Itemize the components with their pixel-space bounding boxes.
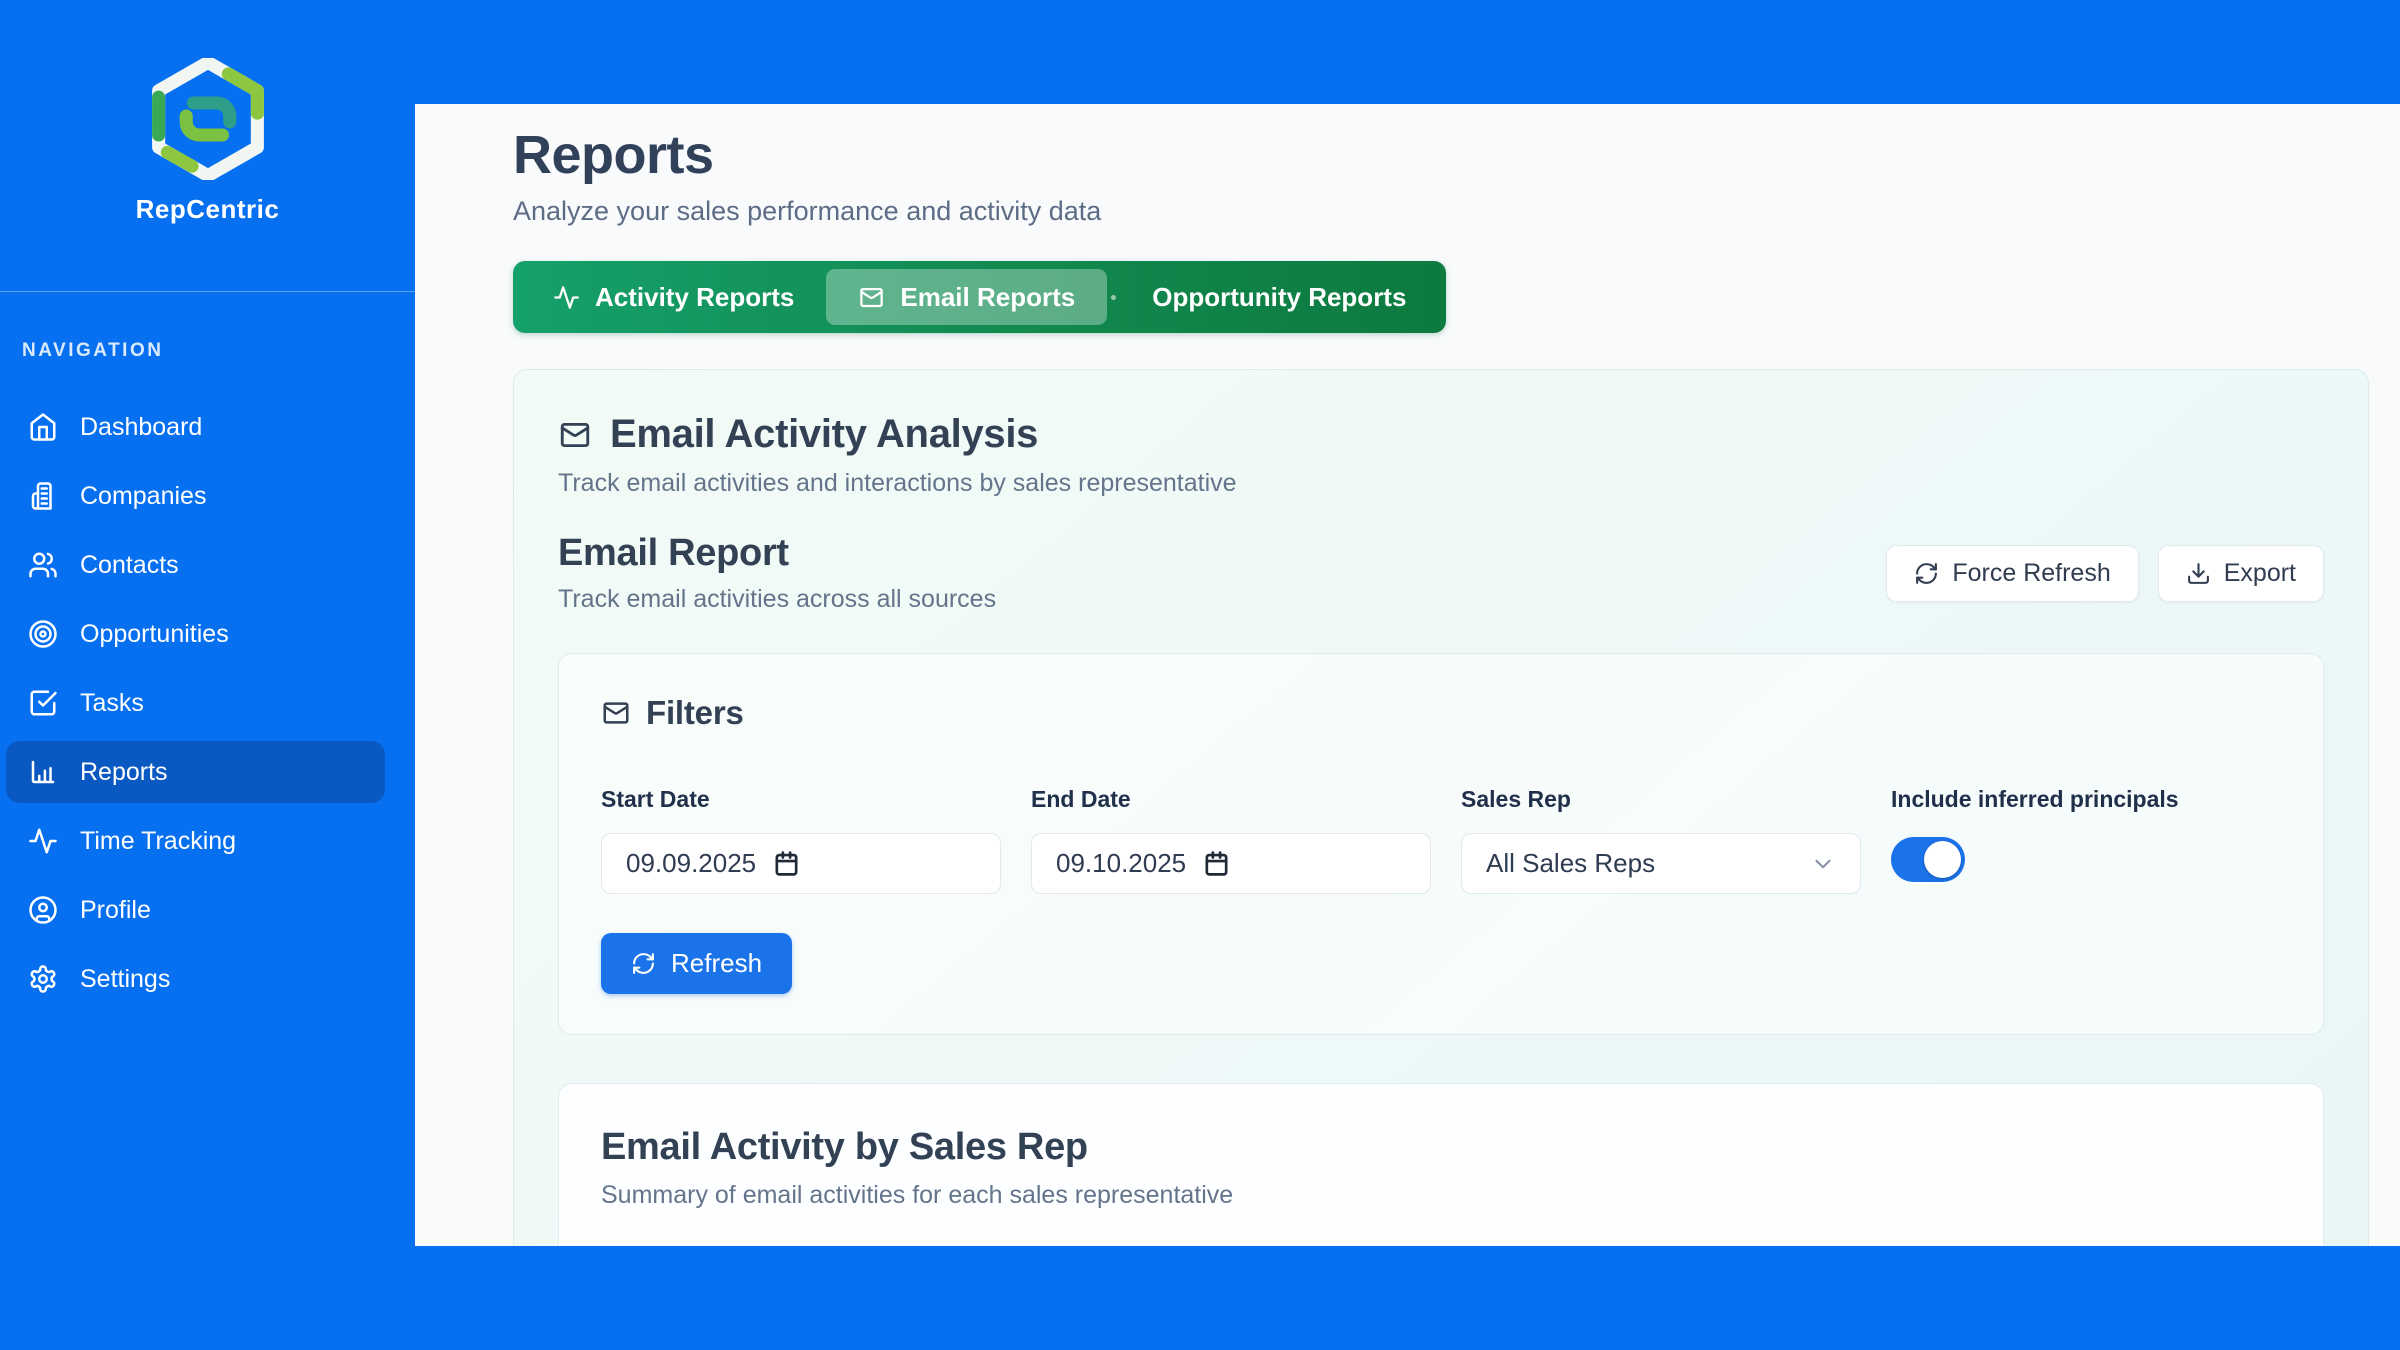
sidebar-item-label: Dashboard [80, 413, 202, 442]
sidebar-item-tasks[interactable]: Tasks [6, 672, 385, 734]
user-circle-icon [28, 895, 58, 925]
tab-label: Email Reports [900, 282, 1075, 313]
sales-rep-select[interactable]: All Sales Reps [1461, 833, 1861, 894]
sidebar-item-profile[interactable]: Profile [6, 879, 385, 941]
report-actions: Force Refresh Export [1886, 545, 2324, 602]
activity-icon [28, 826, 58, 856]
sidebar-item-contacts[interactable]: Contacts [6, 534, 385, 596]
sidebar-item-label: Reports [80, 758, 168, 787]
include-inferred-toggle[interactable] [1891, 837, 1965, 882]
sidebar-item-label: Contacts [80, 551, 179, 580]
chevron-down-icon [1810, 851, 1836, 877]
building-icon [28, 481, 58, 511]
bar-chart-icon [28, 757, 58, 787]
force-refresh-button[interactable]: Force Refresh [1886, 545, 2138, 602]
main-content: Reports Analyze your sales performance a… [415, 104, 2400, 1246]
calendar-icon[interactable] [1202, 849, 1231, 878]
filter-grid: Start Date 09.09.2025 End Date 09.10.202… [601, 786, 2281, 894]
email-activity-by-rep-card: Email Activity by Sales Rep Summary of e… [558, 1083, 2324, 1246]
sidebar-item-label: Opportunities [80, 620, 229, 649]
sidebar-item-time-tracking[interactable]: Time Tracking [6, 810, 385, 872]
refresh-label: Refresh [671, 948, 762, 979]
start-date-group: Start Date 09.09.2025 [601, 786, 1001, 894]
force-refresh-label: Force Refresh [1952, 559, 2110, 588]
include-inferred-label: Include inferred principals [1891, 786, 2291, 813]
toggle-knob [1924, 841, 1961, 878]
activity-icon [553, 284, 580, 311]
tab-label: Activity Reports [595, 282, 794, 313]
analysis-card-header: Email Activity Analysis [558, 412, 2324, 457]
start-date-value: 09.09.2025 [626, 848, 756, 879]
sidebar-item-companies[interactable]: Companies [6, 465, 385, 527]
start-date-label: Start Date [601, 786, 1001, 813]
refresh-button[interactable]: Refresh [601, 933, 792, 994]
filters-card: Filters Start Date 09.09.2025 End Date 0… [558, 653, 2324, 1035]
brand-block: RepCentric [0, 0, 415, 292]
page-subtitle: Analyze your sales performance and activ… [513, 196, 2369, 227]
email-report-title: Email Report [558, 532, 996, 575]
by-rep-subtitle: Summary of email activities for each sal… [601, 1181, 2281, 1210]
tab-activity-reports[interactable]: Activity Reports [521, 269, 826, 325]
sidebar-item-label: Tasks [80, 689, 144, 718]
refresh-icon [631, 951, 656, 976]
email-report-subtitle: Track email activities across all source… [558, 585, 996, 614]
repcentric-logo-icon [152, 58, 264, 180]
analysis-subtitle: Track email activities and interactions … [558, 469, 2324, 498]
brand-name: RepCentric [136, 194, 280, 225]
sidebar-item-label: Profile [80, 896, 151, 925]
email-activity-analysis-card: Email Activity Analysis Track email acti… [513, 369, 2369, 1246]
sidebar-item-reports[interactable]: Reports [6, 741, 385, 803]
sales-rep-value: All Sales Reps [1486, 848, 1655, 879]
home-icon [28, 412, 58, 442]
export-label: Export [2224, 559, 2296, 588]
end-date-label: End Date [1031, 786, 1431, 813]
sidebar-item-label: Time Tracking [80, 827, 236, 856]
check-square-icon [28, 688, 58, 718]
tab-email-reports[interactable]: Email Reports [826, 269, 1107, 325]
target-icon [28, 619, 58, 649]
filters-title: Filters [646, 694, 744, 732]
sidebar-item-dashboard[interactable]: Dashboard [6, 396, 385, 458]
report-tabs: Activity Reports Email Reports Opportuni… [513, 261, 1446, 333]
page-title: Reports [513, 124, 2369, 186]
sidebar: RepCentric NAVIGATION Dashboard Companie… [0, 0, 415, 1350]
sidebar-item-settings[interactable]: Settings [6, 948, 385, 1010]
mail-icon [601, 698, 631, 728]
end-date-input[interactable]: 09.10.2025 [1031, 833, 1431, 894]
tab-separator-dot [1111, 295, 1116, 300]
end-date-value: 09.10.2025 [1056, 848, 1186, 879]
analysis-title: Email Activity Analysis [610, 412, 1038, 457]
download-icon [2186, 561, 2211, 586]
mail-icon [858, 284, 885, 311]
by-rep-title: Email Activity by Sales Rep [601, 1126, 2281, 1169]
mail-icon [558, 418, 592, 452]
export-button[interactable]: Export [2158, 545, 2324, 602]
email-report-header-row: Email Report Track email activities acro… [558, 532, 2324, 614]
nav-section-label: NAVIGATION [22, 340, 385, 362]
start-date-input[interactable]: 09.09.2025 [601, 833, 1001, 894]
sidebar-nav: NAVIGATION Dashboard Companies Contacts … [0, 292, 415, 1010]
include-inferred-group: Include inferred principals [1891, 786, 2291, 894]
refresh-icon [1914, 561, 1939, 586]
filters-header: Filters [601, 694, 2281, 732]
sales-rep-group: Sales Rep All Sales Reps [1461, 786, 1861, 894]
sales-rep-label: Sales Rep [1461, 786, 1861, 813]
email-report-titles: Email Report Track email activities acro… [558, 532, 996, 614]
end-date-group: End Date 09.10.2025 [1031, 786, 1431, 894]
tab-label: Opportunity Reports [1152, 282, 1406, 313]
sidebar-item-label: Companies [80, 482, 206, 511]
gear-icon [28, 964, 58, 994]
sidebar-item-label: Settings [80, 965, 170, 994]
users-icon [28, 550, 58, 580]
calendar-icon[interactable] [772, 849, 801, 878]
sidebar-item-opportunities[interactable]: Opportunities [6, 603, 385, 665]
tab-opportunity-reports[interactable]: Opportunity Reports [1120, 269, 1438, 325]
